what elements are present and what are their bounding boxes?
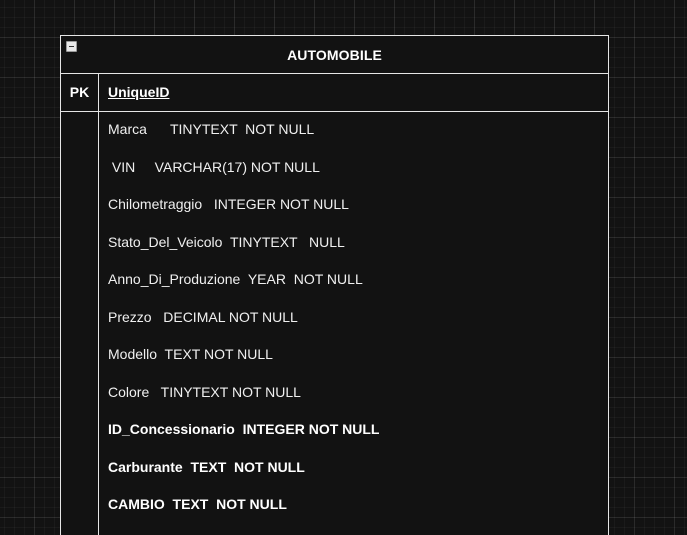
key-column-divider — [98, 73, 99, 535]
field-row[interactable]: Chilometraggio INTEGER NOT NULL — [108, 186, 608, 224]
primary-key-row[interactable]: PK UniqueID — [61, 74, 608, 112]
field-row[interactable]: Prezzo DECIMAL NOT NULL — [108, 299, 608, 337]
field-row[interactable]: CAMBIO TEXT NOT NULL — [108, 486, 608, 524]
entity-title[interactable]: AUTOMOBILE — [287, 47, 382, 63]
entity-table-automobile[interactable]: AUTOMOBILE PK UniqueID Marca TINYTEXT NO… — [60, 35, 609, 535]
field-row[interactable]: Anno_Di_Produzione YEAR NOT NULL — [108, 261, 608, 299]
field-row[interactable]: Carburante TEXT NOT NULL — [108, 449, 608, 487]
pk-label: PK — [69, 84, 90, 100]
field-row[interactable]: VIN VARCHAR(17) NOT NULL — [108, 149, 608, 187]
collapse-icon[interactable] — [66, 41, 77, 52]
diagram-canvas[interactable]: AUTOMOBILE PK UniqueID Marca TINYTEXT NO… — [0, 0, 687, 535]
field-row[interactable]: Colore TINYTEXT NOT NULL — [108, 374, 608, 412]
entity-header: AUTOMOBILE — [61, 36, 608, 74]
field-list: Marca TINYTEXT NOT NULL VIN VARCHAR(17) … — [108, 111, 608, 524]
pk-field-name[interactable]: UniqueID — [108, 74, 169, 111]
field-row[interactable]: Marca TINYTEXT NOT NULL — [108, 111, 608, 149]
field-row[interactable]: Modello TEXT NOT NULL — [108, 336, 608, 374]
field-row[interactable]: ID_Concessionario INTEGER NOT NULL — [108, 411, 608, 449]
field-row[interactable]: Stato_Del_Veicolo TINYTEXT NULL — [108, 224, 608, 262]
